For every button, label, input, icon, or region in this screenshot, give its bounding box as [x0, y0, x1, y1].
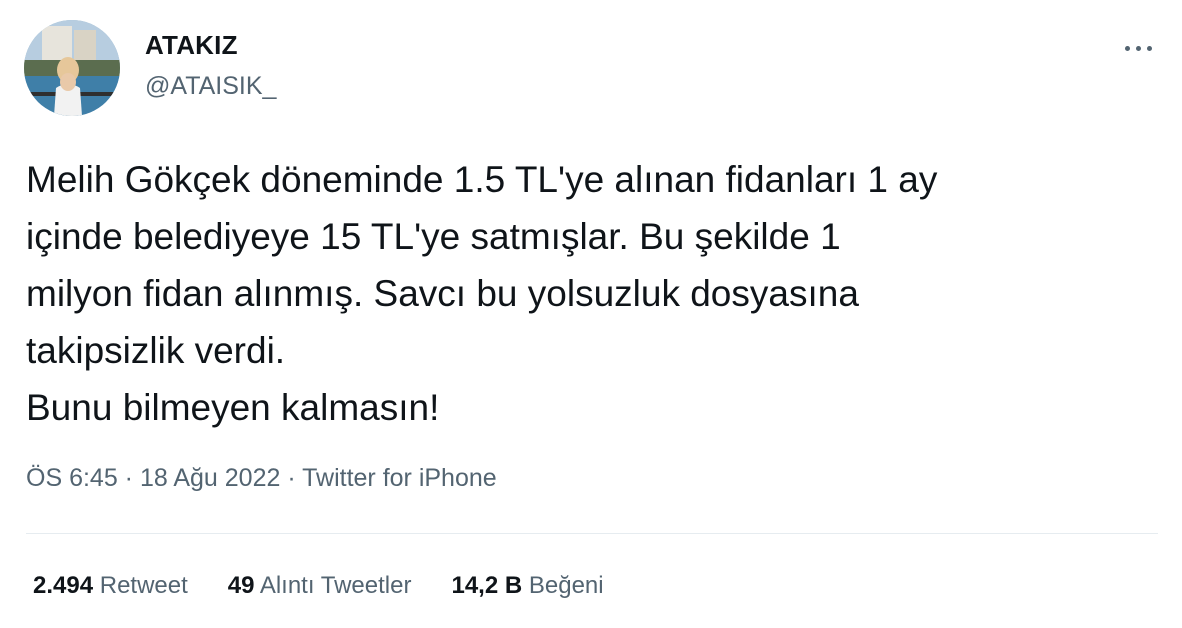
user-handle[interactable]: @ATAISIK_	[145, 72, 276, 101]
quotes-count: 49	[227, 572, 255, 599]
retweets-label: Retweet	[99, 572, 188, 599]
avatar[interactable]	[24, 20, 120, 116]
more-options-button[interactable]	[1118, 34, 1158, 62]
meta-separator: ·	[117, 464, 140, 492]
tweet-meta: ÖS 6:45 · 18 Ağu 2022 · Twitter for iPho…	[26, 464, 497, 493]
retweets-count: 2.494	[33, 572, 94, 599]
tweet-source[interactable]: Twitter for iPhone	[302, 464, 497, 492]
retweets-stat[interactable]: 2.494 Retweet	[33, 572, 188, 600]
likes-stat[interactable]: 14,2 B Beğeni	[451, 572, 603, 600]
meta-separator: ·	[280, 464, 303, 492]
likes-label: Beğeni	[528, 572, 604, 599]
tweet-text: Melih Gökçek döneminde 1.5 TL'ye alınan …	[26, 159, 938, 428]
quotes-stat[interactable]: 49 Alıntı Tweetler	[228, 572, 412, 600]
quotes-label: Alıntı Tweetler	[259, 572, 412, 599]
more-horizontal-icon	[1124, 45, 1130, 51]
tweet-time[interactable]: ÖS 6:45	[26, 464, 118, 492]
tweet-date[interactable]: 18 Ağu 2022	[140, 464, 280, 492]
likes-count: 14,2 B	[451, 572, 523, 599]
tweet-stats: 2.494 Retweet 49 Alıntı Tweetler 14,2 B …	[33, 572, 644, 600]
display-name[interactable]: ATAKIZ	[145, 30, 238, 61]
tweet-card: ATAKIZ @ATAISIK_ Melih Gökçek döneminde …	[0, 0, 1182, 628]
divider	[26, 533, 1158, 534]
